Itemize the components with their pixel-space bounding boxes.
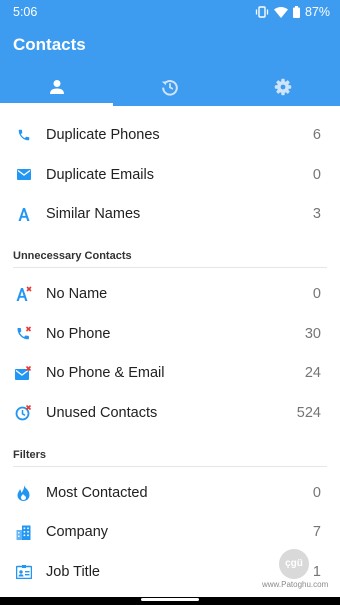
person-icon bbox=[49, 80, 64, 94]
row-similar-names[interactable]: Similar Names 3 bbox=[0, 194, 340, 234]
section-header-unnecessary: Unnecessary Contacts bbox=[13, 250, 132, 263]
tab-settings[interactable] bbox=[227, 68, 340, 106]
divider bbox=[13, 267, 327, 269]
clock-x-icon bbox=[15, 404, 32, 421]
history-icon bbox=[161, 80, 178, 96]
letter-a-x-icon bbox=[15, 285, 32, 302]
row-count: 524 bbox=[296, 404, 321, 421]
row-company[interactable]: Company 7 bbox=[0, 513, 340, 553]
row-no-phone-email[interactable]: No Phone & Email 24 bbox=[0, 353, 340, 393]
phone-icon bbox=[15, 126, 32, 143]
row-count: 6 bbox=[312, 126, 321, 143]
row-count: 7 bbox=[312, 524, 321, 541]
row-duplicate-phones[interactable]: Duplicate Phones 6 bbox=[0, 115, 340, 155]
divider bbox=[13, 465, 327, 467]
status-icons: 87% bbox=[255, 5, 330, 19]
wifi-icon bbox=[273, 6, 288, 18]
status-time: 5:06 bbox=[13, 5, 38, 19]
row-most-contacted[interactable]: Most Contacted 0 bbox=[0, 473, 340, 513]
battery-percent: 87% bbox=[304, 5, 330, 19]
tab-contacts[interactable] bbox=[0, 68, 114, 106]
row-count: 3 bbox=[312, 206, 321, 223]
row-count: 30 bbox=[304, 325, 321, 342]
flame-icon bbox=[15, 484, 32, 501]
contacts-list[interactable]: Duplicate Phones 6 Duplicate Emails 0 Si… bbox=[0, 106, 340, 597]
vibrate-icon bbox=[255, 6, 269, 18]
row-count: 0 bbox=[312, 166, 321, 183]
row-count: 1 bbox=[312, 564, 321, 581]
row-label: Duplicate Emails bbox=[46, 166, 154, 183]
row-label: Job Title bbox=[46, 564, 100, 581]
app-bar: 5:06 87% Contacts bbox=[0, 0, 340, 106]
row-label: Similar Names bbox=[46, 206, 141, 223]
row-label: Duplicate Phones bbox=[46, 126, 160, 143]
navigation-bar bbox=[0, 597, 340, 605]
gear-icon bbox=[275, 78, 292, 96]
home-gesture-handle[interactable] bbox=[141, 598, 199, 601]
row-unused-contacts[interactable]: Unused Contacts 524 bbox=[0, 393, 340, 433]
row-label: Company bbox=[46, 524, 109, 541]
building-icon bbox=[15, 524, 32, 541]
row-label: No Name bbox=[46, 285, 108, 302]
row-job-title[interactable]: Job Title 1 bbox=[0, 552, 340, 592]
row-label: Most Contacted bbox=[46, 484, 148, 501]
email-x-icon bbox=[15, 365, 32, 382]
battery-icon bbox=[292, 6, 300, 18]
row-duplicate-emails[interactable]: Duplicate Emails 0 bbox=[0, 155, 340, 195]
letter-a-icon bbox=[15, 206, 32, 223]
tab-bar bbox=[0, 68, 340, 106]
page-title: Contacts bbox=[13, 35, 86, 54]
email-icon bbox=[15, 166, 32, 183]
row-label: Unused Contacts bbox=[46, 404, 158, 421]
tab-history[interactable] bbox=[113, 68, 226, 106]
row-count: 24 bbox=[304, 365, 321, 382]
row-no-phone[interactable]: No Phone 30 bbox=[0, 314, 340, 354]
row-count: 0 bbox=[312, 484, 321, 501]
row-label: No Phone bbox=[46, 325, 111, 342]
row-label: No Phone & Email bbox=[46, 365, 165, 382]
phone-x-icon bbox=[15, 325, 32, 342]
section-header-filters: Filters bbox=[13, 448, 47, 461]
id-card-icon bbox=[15, 564, 32, 581]
status-bar: 5:06 87% bbox=[0, 0, 340, 24]
row-no-name[interactable]: No Name 0 bbox=[0, 274, 340, 314]
row-count: 0 bbox=[312, 285, 321, 302]
